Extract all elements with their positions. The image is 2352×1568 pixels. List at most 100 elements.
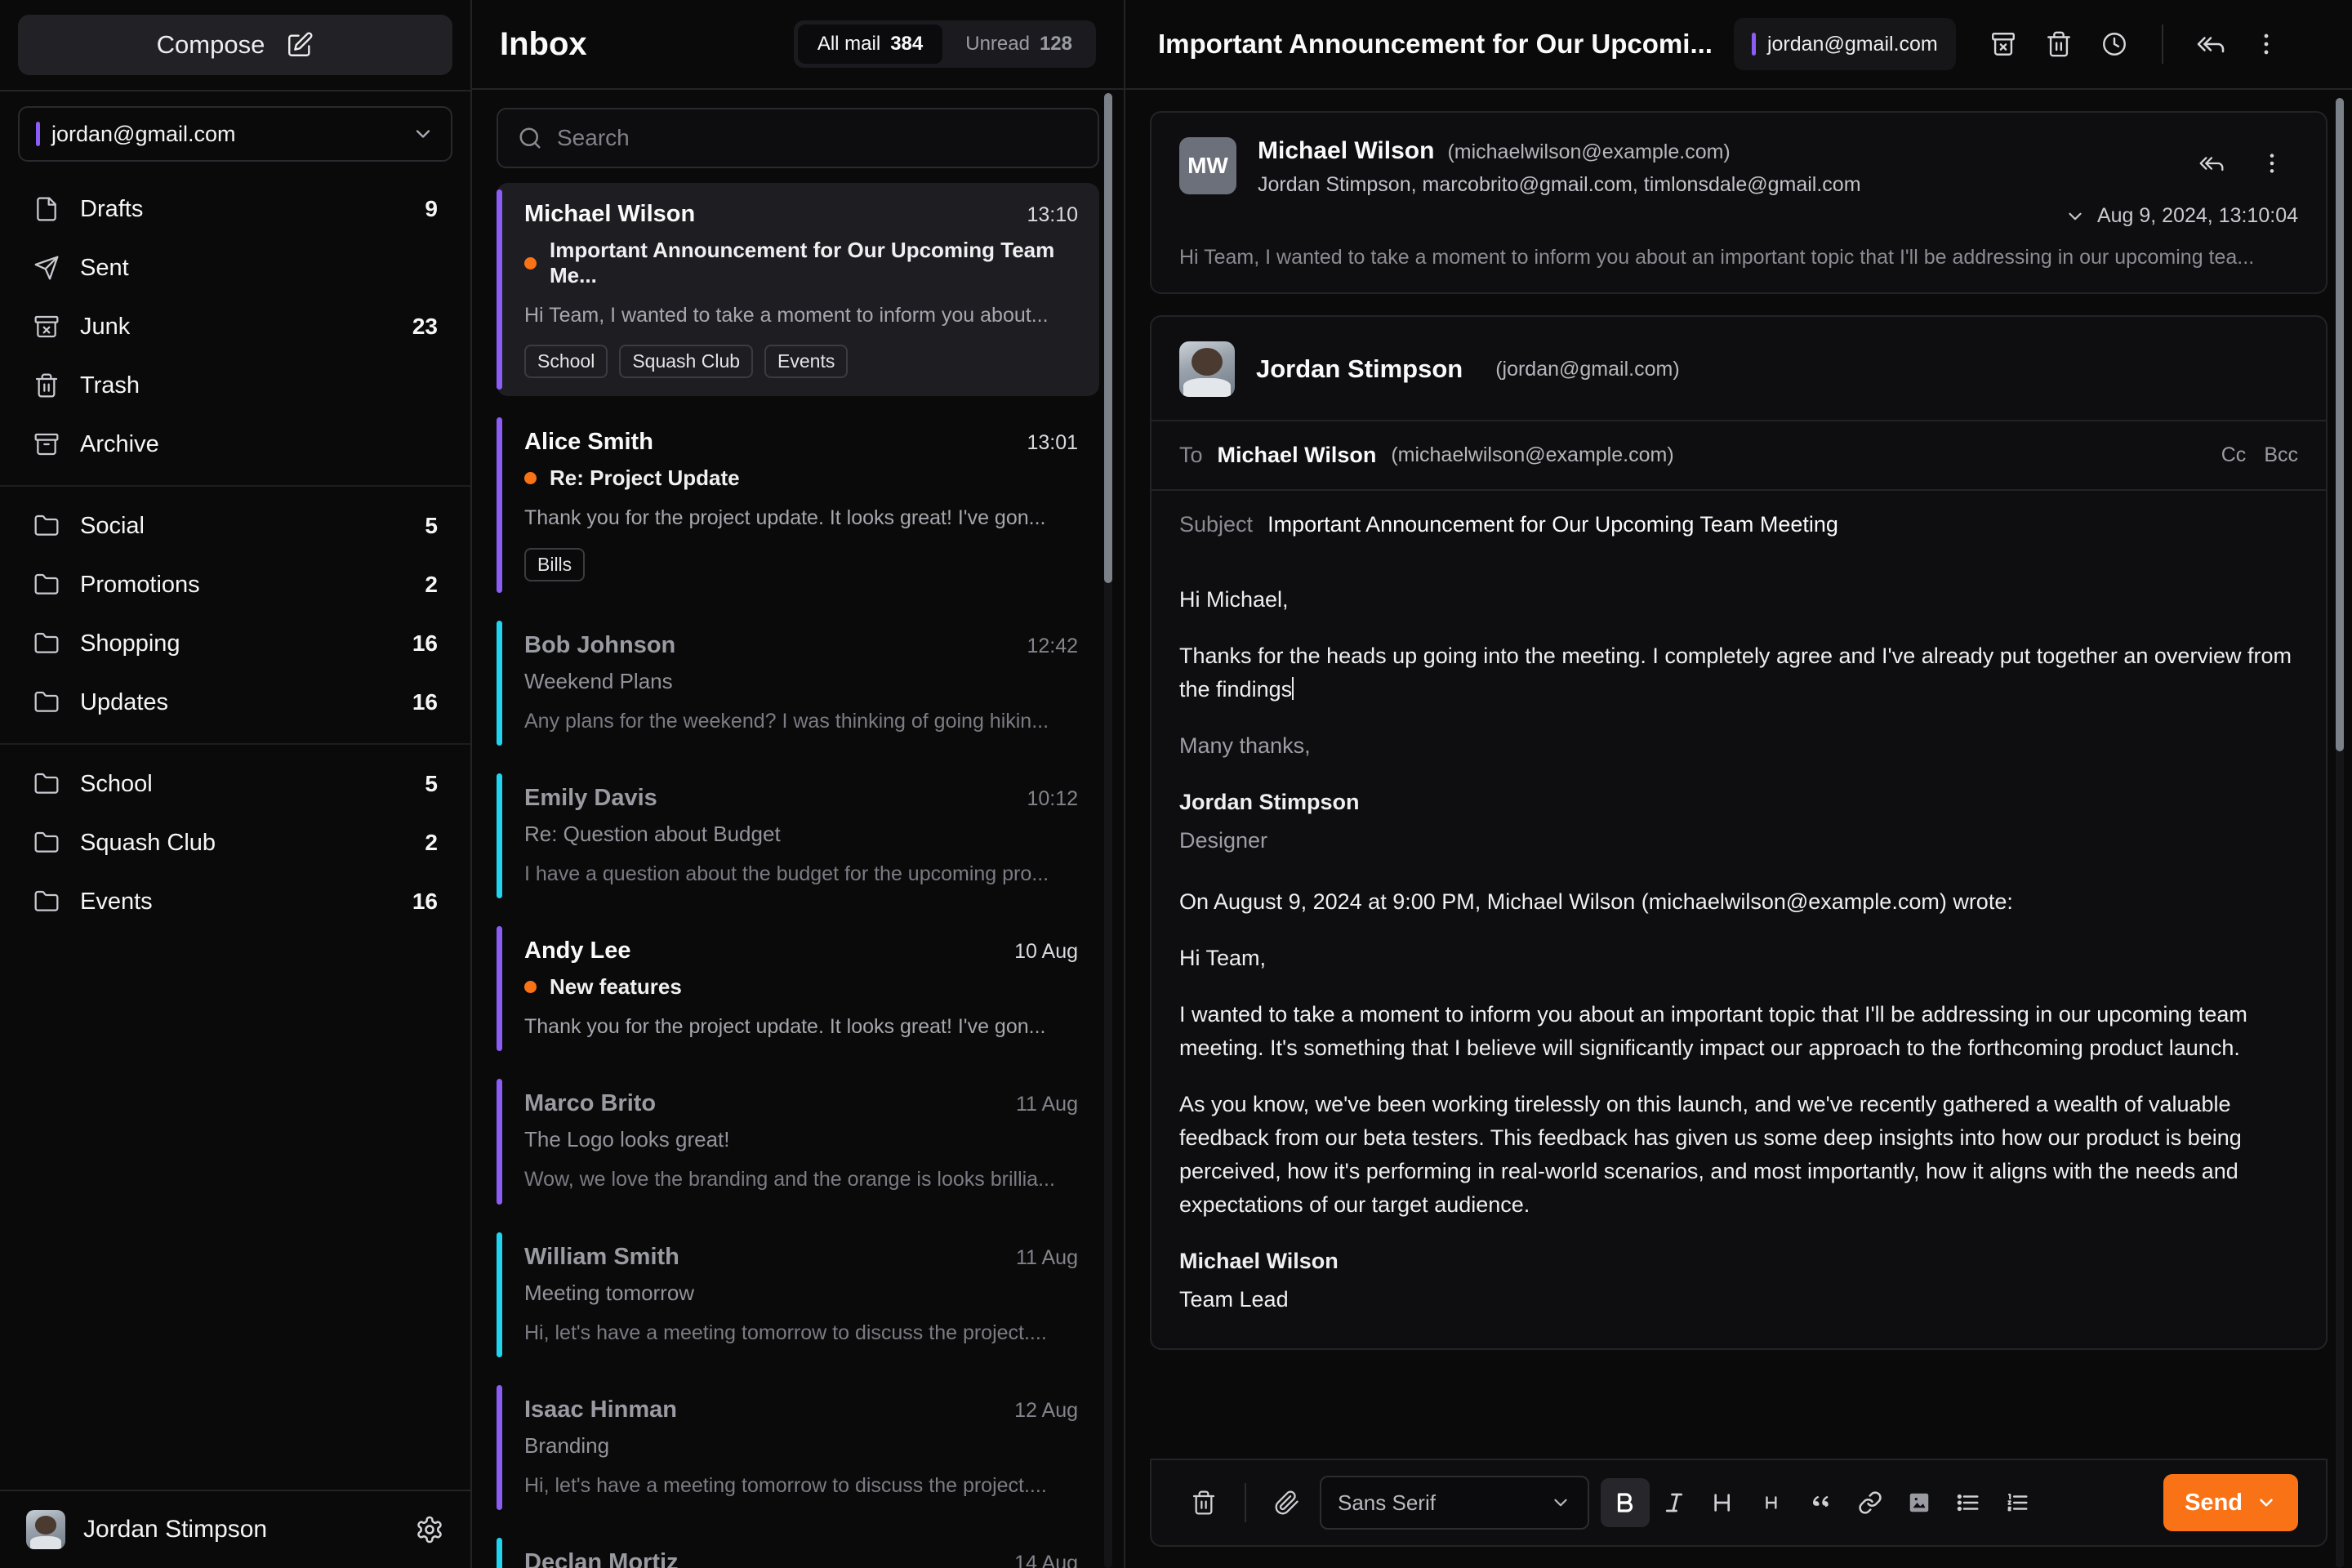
body-signoff: Many thanks, bbox=[1179, 733, 1311, 759]
tag-badge[interactable]: Squash Club bbox=[619, 345, 754, 379]
list-item[interactable]: Isaac Hinman 12 Aug Branding Hi, let's have… bbox=[497, 1379, 1099, 1517]
avatar: MW bbox=[1179, 137, 1236, 194]
sidebar-item-label: School bbox=[80, 770, 153, 797]
tag-badge[interactable]: School bbox=[524, 345, 608, 379]
sidebar-item-squash-club[interactable]: Squash Club 2 bbox=[18, 813, 452, 872]
compose-subject-field[interactable]: Subject Important Announcement for Our U… bbox=[1152, 491, 2326, 559]
folder-icon bbox=[33, 888, 60, 915]
list-item[interactable]: Declan Mortiz14 AugWell done on the laun… bbox=[497, 1531, 1099, 1568]
tag-badge[interactable]: Events bbox=[764, 345, 849, 379]
reading-pane-body: MW Michael Wilson (michaelwilson@example… bbox=[1125, 90, 2352, 1459]
account-switcher[interactable]: jordan@gmail.com bbox=[18, 106, 452, 162]
list-item[interactable]: Emily Davis 10:12 Re: Question about Budge… bbox=[497, 767, 1099, 905]
reader-account-pill[interactable]: jordan@gmail.com bbox=[1733, 18, 1956, 70]
list-item[interactable]: Andy Lee 10 Aug New features Thank you for … bbox=[497, 920, 1099, 1058]
thread-sender-name: Michael Wilson bbox=[1258, 137, 1435, 164]
sidebar-item-social[interactable]: Social 5 bbox=[18, 497, 452, 555]
numbered-list-icon[interactable] bbox=[1993, 1478, 2042, 1527]
sidebar-item-drafts[interactable]: Drafts 9 bbox=[18, 180, 452, 238]
folder-icon bbox=[33, 571, 60, 599]
trash-icon bbox=[33, 372, 60, 399]
email-list-header: Inbox All mail 384 Unread 128 bbox=[472, 0, 1124, 90]
list-item-sender: Bob Johnson bbox=[524, 631, 676, 658]
reading-pane-scrollbar[interactable] bbox=[2336, 98, 2344, 751]
heading-1-icon[interactable] bbox=[1699, 1478, 1748, 1527]
list-item-subject: Important Announcement for Our Upcoming … bbox=[550, 238, 1055, 287]
search-section bbox=[472, 90, 1124, 180]
discard-draft-icon[interactable] bbox=[1179, 1478, 1228, 1527]
tab-all-mail[interactable]: All mail 384 bbox=[797, 24, 943, 64]
thread-title: Important Announcement for Our Upcomi... bbox=[1158, 29, 1713, 59]
sidebar-item-label: Updates bbox=[80, 688, 169, 715]
sidebar-item-events[interactable]: Events 16 bbox=[18, 872, 452, 931]
sidebar-item-trash[interactable]: Trash bbox=[18, 356, 452, 415]
list-item[interactable]: Bob Johnson 12:42 Weekend Plans Any plans f… bbox=[497, 614, 1099, 752]
reply-all-icon[interactable] bbox=[2185, 137, 2238, 189]
bold-icon[interactable] bbox=[1601, 1478, 1650, 1527]
user-profile-bar[interactable]: Jordan Stimpson bbox=[0, 1490, 470, 1568]
list-item-preview: Hi Team, I wanted to take a moment to in… bbox=[524, 304, 1049, 327]
heading-2-icon[interactable] bbox=[1748, 1478, 1797, 1527]
list-item[interactable]: Michael Wilson 13:10 Important Announcemen… bbox=[497, 183, 1099, 397]
sidebar-item-shopping[interactable]: Shopping 16 bbox=[18, 614, 452, 673]
sidebar-item-count: 2 bbox=[425, 572, 438, 597]
list-item-header: Andy Lee 10 Aug bbox=[524, 938, 1078, 964]
sidebar-item-school[interactable]: School 5 bbox=[18, 755, 452, 813]
sidebar-item-junk[interactable]: Junk 23 bbox=[18, 297, 452, 356]
profile-name: Jordan Stimpson bbox=[83, 1516, 268, 1543]
gear-icon[interactable] bbox=[415, 1515, 444, 1544]
list-item-preview: Thank you for the project update. It loo… bbox=[524, 1015, 1046, 1038]
font-family-select[interactable]: Sans Serif bbox=[1320, 1476, 1589, 1530]
font-family-value: Sans Serif bbox=[1338, 1490, 1436, 1515]
more-vertical-icon[interactable] bbox=[2246, 137, 2298, 189]
italic-icon[interactable] bbox=[1650, 1478, 1699, 1527]
to-label: To bbox=[1179, 443, 1203, 467]
image-icon[interactable] bbox=[1895, 1478, 1944, 1527]
more-vertical-icon[interactable] bbox=[2240, 18, 2292, 70]
mail-app: Compose jordan@gmail.com Drafts 9 Sent J… bbox=[0, 0, 2352, 1568]
sidebar-item-label: Sent bbox=[80, 254, 129, 281]
sidebar-item-archive[interactable]: Archive bbox=[18, 415, 452, 474]
compose-button[interactable]: Compose bbox=[18, 15, 452, 75]
sidebar-item-updates[interactable]: Updates 16 bbox=[18, 673, 452, 732]
search-box[interactable] bbox=[497, 108, 1099, 168]
tab-unread[interactable]: Unread 128 bbox=[946, 24, 1092, 64]
tag-badge[interactable]: Bills bbox=[524, 547, 586, 581]
compose-body[interactable]: Hi Michael, Thanks for the heads up goin… bbox=[1152, 559, 2326, 1348]
blockquote-icon[interactable] bbox=[1797, 1478, 1846, 1527]
list-item-time: 11 Aug bbox=[1015, 1093, 1078, 1116]
thread-sender-line: Michael Wilson (michaelwilson@example.co… bbox=[1258, 137, 2043, 165]
chevron-down-icon[interactable] bbox=[2065, 206, 2086, 227]
list-item-preview: Hi, let's have a meeting tomorrow to dis… bbox=[524, 1473, 1047, 1497]
clock-snooze-icon[interactable] bbox=[2088, 18, 2140, 70]
bullet-list-icon[interactable] bbox=[1944, 1478, 1993, 1527]
link-icon[interactable] bbox=[1846, 1478, 1895, 1527]
folder-icon bbox=[33, 770, 60, 798]
list-item-accent-bar bbox=[497, 620, 502, 746]
cc-button[interactable]: Cc bbox=[2221, 443, 2247, 467]
compose-to-field[interactable]: To Michael Wilson (michaelwilson@example… bbox=[1152, 421, 2326, 489]
bcc-button[interactable]: Bcc bbox=[2264, 443, 2298, 467]
list-item[interactable]: Alice Smith 13:01 Re: Project Update Thank … bbox=[497, 411, 1099, 599]
list-item[interactable]: William Smith 11 Aug Meeting tomorrow Hi, l… bbox=[497, 1226, 1099, 1364]
mail-filter-tabs: All mail 384 Unread 128 bbox=[793, 20, 1096, 68]
sidebar-item-promotions[interactable]: Promotions 2 bbox=[18, 555, 452, 614]
email-list-scrollbar[interactable] bbox=[1104, 93, 1112, 583]
thread-message-collapsed[interactable]: MW Michael Wilson (michaelwilson@example… bbox=[1150, 111, 2328, 294]
attachment-icon[interactable] bbox=[1263, 1478, 1312, 1527]
list-item-sender: Marco Brito bbox=[524, 1090, 657, 1117]
sidebar-item-sent[interactable]: Sent bbox=[18, 238, 452, 297]
reply-all-icon[interactable] bbox=[2185, 18, 2237, 70]
list-item[interactable]: Marco Brito 11 Aug The Logo looks great! Wo… bbox=[497, 1072, 1099, 1210]
archive-x-icon[interactable] bbox=[1977, 18, 2029, 70]
sidebar-item-label: Junk bbox=[80, 313, 131, 340]
search-input[interactable] bbox=[557, 125, 1078, 151]
trash-icon[interactable] bbox=[2033, 18, 2085, 70]
list-item-accent-bar bbox=[497, 417, 502, 593]
email-list[interactable]: Michael Wilson 13:10 Important Announcemen… bbox=[472, 180, 1124, 1568]
list-item-sender: Isaac Hinman bbox=[524, 1396, 677, 1423]
list-item-header: Declan Mortiz 14 Aug bbox=[524, 1549, 1078, 1568]
send-button[interactable]: Send bbox=[2163, 1474, 2298, 1531]
avatar bbox=[1179, 341, 1235, 397]
thread-message-actions bbox=[2185, 137, 2298, 189]
